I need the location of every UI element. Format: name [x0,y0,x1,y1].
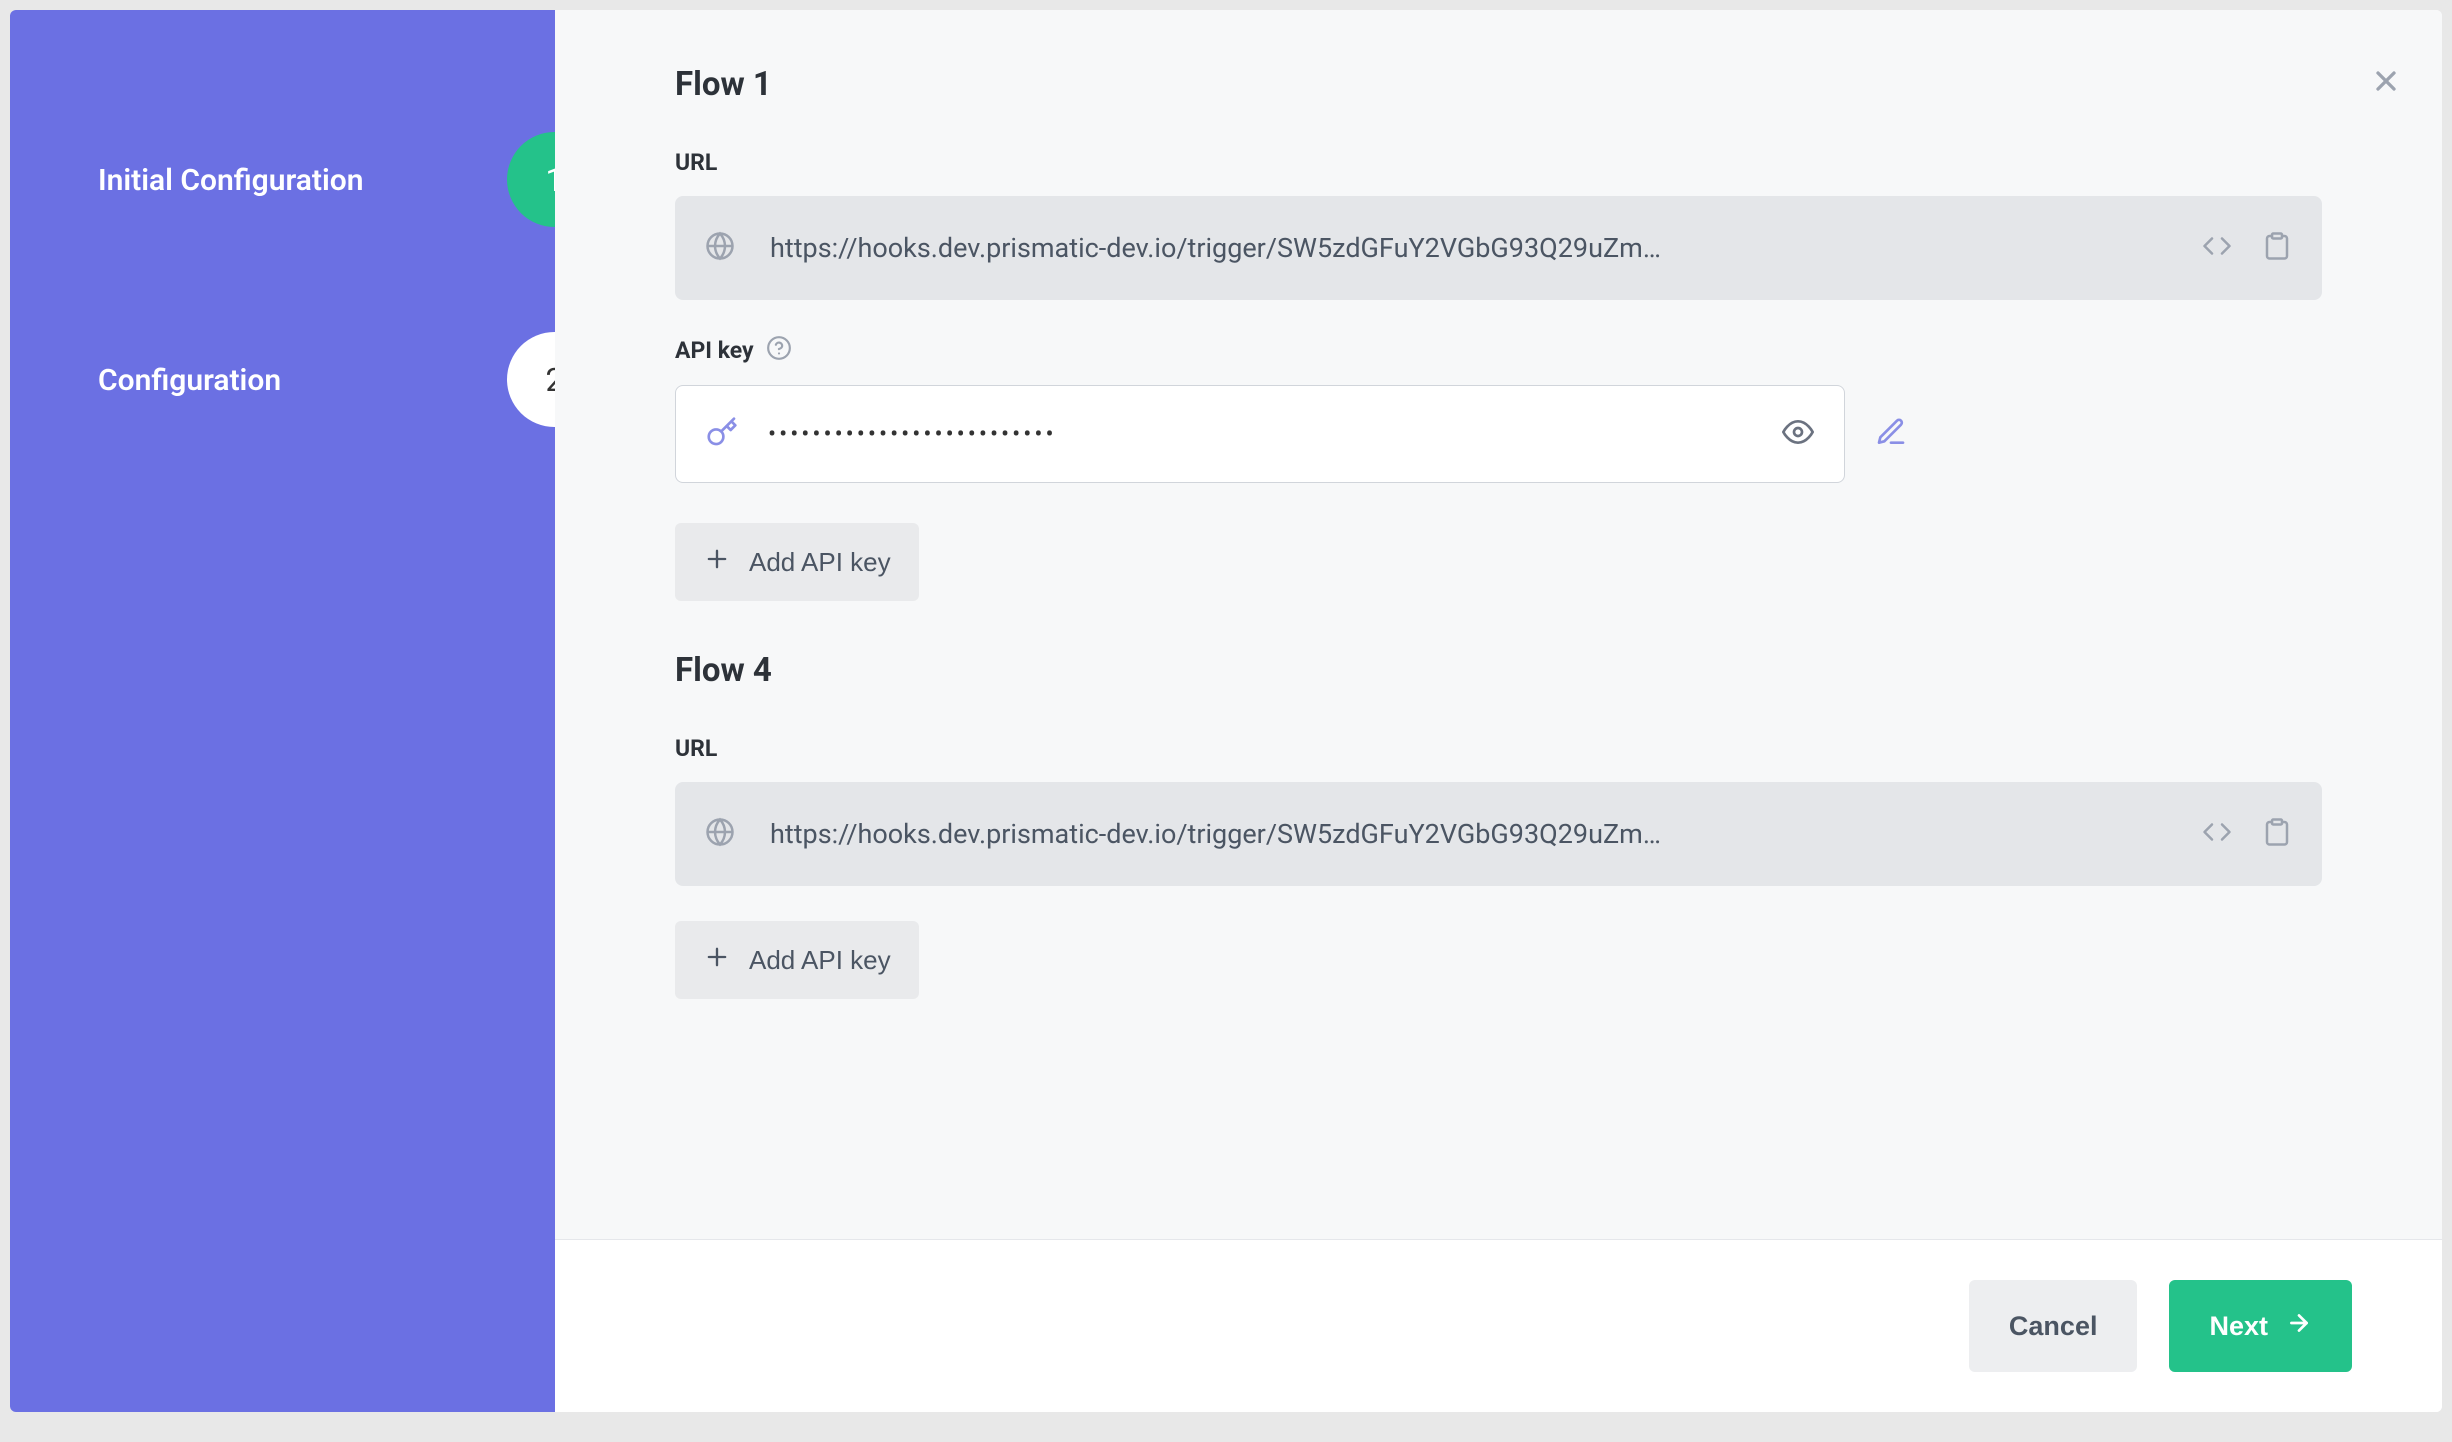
url-text: https://hooks.dev.prismatic-dev.io/trigg… [770,818,2167,850]
add-api-key-button[interactable]: Add API key [675,921,919,999]
next-label: Next [2209,1311,2268,1342]
flow-title: Flow 4 [675,651,2322,690]
add-api-key-label: Add API key [749,547,891,578]
plus-icon [703,545,731,580]
add-api-key-label: Add API key [749,945,891,976]
arrow-right-icon [2286,1310,2312,1343]
add-api-key-button[interactable]: Add API key [675,523,919,601]
next-button[interactable]: Next [2169,1280,2352,1372]
flow-section: Flow 4 URL https://hooks.dev.prismatic-d… [675,651,2322,999]
code-icon[interactable] [2202,231,2232,265]
flow-title: Flow 1 [675,65,2322,104]
clipboard-icon[interactable] [2262,231,2292,265]
url-label: URL [675,735,717,762]
url-box: https://hooks.dev.prismatic-dev.io/trigg… [675,782,2322,886]
globe-icon [705,231,735,265]
footer: Cancel Next [555,1239,2442,1412]
code-icon[interactable] [2202,817,2232,851]
step-label: Configuration [98,363,281,398]
step-label: Initial Configuration [98,163,364,198]
help-icon[interactable] [766,335,792,365]
api-key-input[interactable]: •••••••••••••••••••••••••• [675,385,1845,483]
api-key-label: API key [675,337,754,364]
api-key-value: •••••••••••••••••••••••••• [768,420,1752,448]
step-initial-configuration[interactable]: Initial Configuration 1 [10,130,555,230]
edit-icon[interactable] [1875,416,1907,452]
step-configuration[interactable]: Configuration 2 [10,330,555,430]
url-label: URL [675,149,717,176]
url-box: https://hooks.dev.prismatic-dev.io/trigg… [675,196,2322,300]
cancel-button[interactable]: Cancel [1969,1280,2138,1372]
clipboard-icon[interactable] [2262,817,2292,851]
eye-icon[interactable] [1782,416,1814,452]
globe-icon [705,817,735,851]
url-text: https://hooks.dev.prismatic-dev.io/trigg… [770,232,2167,264]
sidebar: Initial Configuration 1 Configuration 2 [10,10,555,1412]
key-icon [706,416,738,452]
close-icon[interactable] [2370,65,2402,101]
content-area: Flow 1 URL https://hooks.dev.prismatic-d… [555,10,2442,1239]
flow-section: Flow 1 URL https://hooks.dev.prismatic-d… [675,65,2322,601]
plus-icon [703,943,731,978]
